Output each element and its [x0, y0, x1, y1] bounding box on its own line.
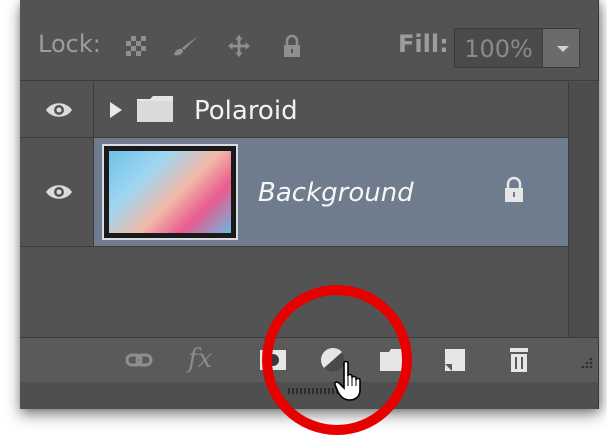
fill-label: Fill: [398, 30, 449, 58]
new-layer-icon[interactable] [440, 346, 470, 374]
visibility-toggle[interactable] [20, 82, 94, 137]
layer-name[interactable]: Polaroid [194, 96, 298, 126]
layer-row-background[interactable]: Background [20, 138, 568, 247]
move-lock-icon[interactable] [226, 34, 252, 58]
fill-dropdown-button[interactable] [542, 28, 580, 68]
transparent-pixels-lock-icon[interactable] [124, 34, 148, 58]
folder-icon [137, 96, 173, 122]
fx-icon[interactable]: fx [188, 344, 218, 374]
padlock-icon[interactable] [280, 34, 304, 58]
eye-icon [46, 103, 72, 117]
visibility-toggle[interactable] [20, 138, 94, 246]
trash-icon[interactable] [504, 346, 534, 374]
lock-fill-row: Lock: Fill: 100% [20, 0, 598, 81]
resize-grip-icon[interactable] [576, 352, 594, 370]
layer-thumbnail[interactable] [102, 144, 238, 240]
scrollbar-track[interactable] [568, 82, 599, 337]
lock-icon [505, 176, 523, 202]
expand-arrow-icon[interactable] [110, 102, 122, 118]
hand-cursor-icon [334, 360, 361, 401]
lock-label: Lock: [38, 30, 101, 58]
brush-lock-icon[interactable] [170, 34, 200, 58]
photo-thumbnail-image [109, 151, 231, 233]
link-icon[interactable] [124, 346, 154, 374]
eye-icon [46, 185, 72, 199]
layer-name[interactable]: Background [258, 178, 414, 208]
fill-input[interactable]: 100% [454, 28, 542, 68]
layer-row-polaroid[interactable]: Polaroid [20, 82, 568, 138]
